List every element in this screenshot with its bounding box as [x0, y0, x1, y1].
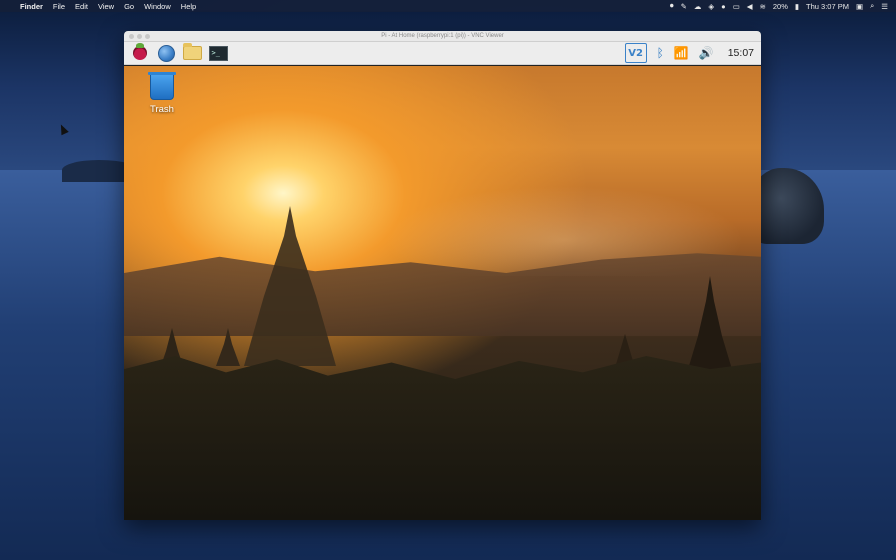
- file-manager-button[interactable]: [181, 43, 203, 63]
- menu-extras: ⏺ ✎ ☁ ◈ ● ▭ ◀ ≋ 20% ▮ Thu 3:07 PM ▣ ⌕ ☰: [670, 1, 888, 11]
- terminal-icon: >_: [208, 45, 228, 61]
- menu-finder[interactable]: Finder: [20, 2, 43, 11]
- volume-icon[interactable]: ◀: [747, 2, 753, 11]
- dropbox-icon[interactable]: ◈: [708, 2, 714, 11]
- vnc-viewer-window[interactable]: Pi - At Home (raspberrypi:1 (pi)) - VNC …: [124, 31, 761, 520]
- wifi-icon[interactable]: 📶: [674, 46, 689, 60]
- zoom-button[interactable]: [145, 34, 150, 39]
- vnc-server-icon[interactable]: V2: [624, 43, 647, 63]
- battery-icon[interactable]: ▮: [795, 2, 799, 11]
- web-browser-button[interactable]: [155, 43, 177, 63]
- menu-edit[interactable]: Edit: [75, 2, 88, 11]
- remote-desktop[interactable]: Trash: [124, 66, 761, 520]
- temple-right-large: [686, 276, 734, 376]
- battery-percent[interactable]: 20%: [773, 2, 788, 11]
- window-controls: [129, 34, 150, 39]
- menu-go[interactable]: Go: [124, 2, 134, 11]
- screen-record-icon[interactable]: ⏺: [670, 1, 674, 11]
- wallpaper-trees: [124, 356, 761, 520]
- panel-clock[interactable]: 15:07: [728, 47, 754, 59]
- trash-icon: [148, 72, 176, 100]
- temple-large: [244, 206, 336, 366]
- menu-window[interactable]: Window: [144, 2, 171, 11]
- macos-menu-bar: Finder File Edit View Go Window Help ⏺ ✎…: [0, 0, 896, 12]
- menu-help[interactable]: Help: [181, 2, 196, 11]
- airplay-icon[interactable]: ▭: [733, 2, 740, 11]
- volume-icon[interactable]: 🔊: [699, 46, 714, 60]
- minimize-button[interactable]: [137, 34, 142, 39]
- raspberry-pi-icon: [133, 43, 147, 60]
- folder-icon: [182, 43, 202, 60]
- evernote-icon[interactable]: ✎: [681, 2, 687, 11]
- globe-icon: [157, 44, 175, 62]
- display-icon[interactable]: ▣: [856, 2, 863, 11]
- window-titlebar[interactable]: Pi - At Home (raspberrypi:1 (pi)) - VNC …: [124, 31, 761, 42]
- 1password-icon[interactable]: ●: [721, 2, 726, 11]
- bluetooth-icon[interactable]: ᛒ: [657, 46, 664, 60]
- trash-label: Trash: [150, 104, 174, 115]
- lxde-taskbar: >_ V2 ᛒ 📶 🔊 15:07: [124, 42, 761, 65]
- spotlight-search-icon[interactable]: ⌕: [870, 1, 874, 11]
- trash-desktop-icon[interactable]: Trash: [142, 72, 182, 115]
- notification-center-icon[interactable]: ☰: [881, 2, 888, 11]
- menu-file[interactable]: File: [53, 2, 65, 11]
- window-title: Pi - At Home (raspberrypi:1 (pi)) - VNC …: [381, 33, 504, 39]
- creative-cloud-icon[interactable]: ☁: [694, 2, 702, 11]
- terminal-button[interactable]: >_: [207, 43, 229, 63]
- menu-view[interactable]: View: [98, 2, 114, 11]
- temple-small-left: [216, 328, 240, 366]
- system-tray: V2 ᛒ 📶 🔊 15:07: [624, 43, 756, 63]
- menubar-clock[interactable]: Thu 3:07 PM: [806, 2, 849, 11]
- wifi-icon[interactable]: ≋: [760, 2, 766, 11]
- raspberry-menu-button[interactable]: [129, 43, 151, 63]
- close-button[interactable]: [129, 34, 134, 39]
